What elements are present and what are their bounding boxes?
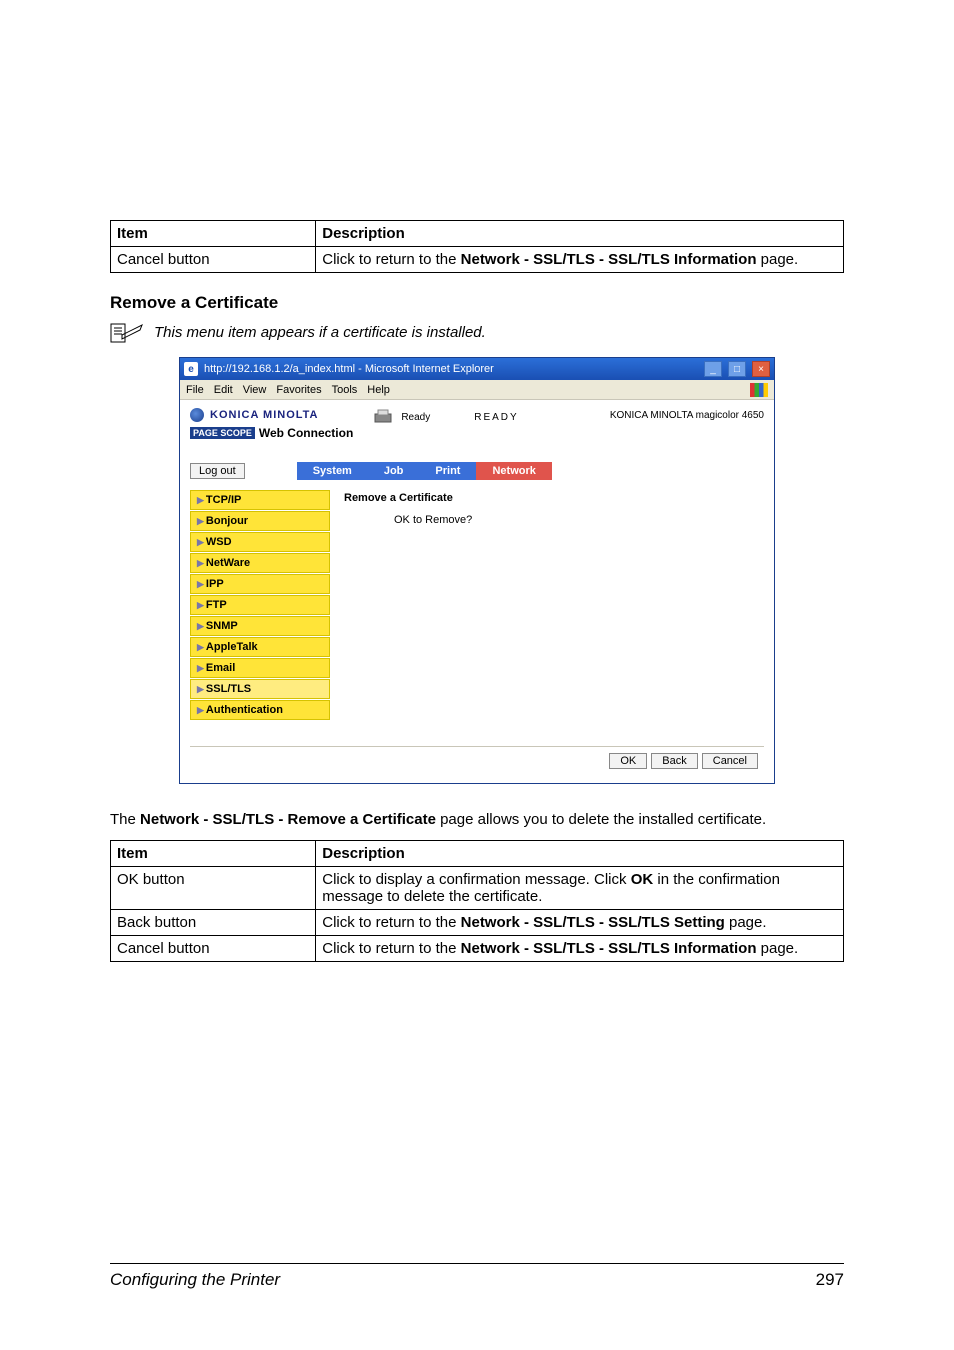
tab-network[interactable]: Network xyxy=(476,462,551,480)
triangle-icon: ▶ xyxy=(197,579,204,589)
triangle-icon: ▶ xyxy=(197,705,204,715)
triangle-icon: ▶ xyxy=(197,516,204,526)
top-row-item: Cancel button xyxy=(111,247,316,273)
footer-section: Configuring the Printer xyxy=(110,1270,280,1290)
sidebar-item-wsd[interactable]: ▶WSD xyxy=(190,532,330,552)
menu-file[interactable]: File xyxy=(186,384,204,396)
minimize-button[interactable]: _ xyxy=(704,361,722,377)
sidebar: ▶TCP/IP ▶Bonjour ▶WSD ▶NetWare ▶IPP ▶FTP… xyxy=(190,490,330,720)
table-row: Cancel button Click to return to the Net… xyxy=(111,935,844,961)
sidebar-item-netware[interactable]: ▶NetWare xyxy=(190,553,330,573)
bt-r1-desc: Click to return to the Network - SSL/TLS… xyxy=(316,909,844,935)
table-row: Cancel button Click to return to the Net… xyxy=(111,247,844,273)
back-button[interactable]: Back xyxy=(651,753,697,769)
content-message: OK to Remove? xyxy=(394,514,760,526)
bt-th-desc: Description xyxy=(316,840,844,866)
cancel-button[interactable]: Cancel xyxy=(702,753,758,769)
pagescope-badge: PAGE SCOPE xyxy=(190,427,255,439)
printer-model: KONICA MINOLTA magicolor 4650 xyxy=(610,408,764,421)
browser-window: e http://192.168.1.2/a_index.html - Micr… xyxy=(179,357,775,784)
triangle-icon: ▶ xyxy=(197,537,204,547)
ready-big: READY xyxy=(474,412,518,423)
top-th-item: Item xyxy=(111,221,316,247)
brand-name: KONICA MINOLTA xyxy=(210,409,319,421)
page-footer: Configuring the Printer 297 xyxy=(110,1263,844,1290)
sidebar-item-ftp[interactable]: ▶FTP xyxy=(190,595,330,615)
note-text: This menu item appears if a certificate … xyxy=(154,324,486,341)
table-row: OK button Click to display a confirmatio… xyxy=(111,866,844,909)
bt-r0-desc: Click to display a confirmation message.… xyxy=(316,866,844,909)
maximize-button[interactable]: □ xyxy=(728,361,746,377)
menu-favorites[interactable]: Favorites xyxy=(276,384,321,396)
sidebar-item-authentication[interactable]: ▶Authentication xyxy=(190,700,330,720)
menu-tools[interactable]: Tools xyxy=(332,384,358,396)
km-logo-icon xyxy=(190,408,204,422)
bt-r0-item: OK button xyxy=(111,866,316,909)
sidebar-item-appletalk[interactable]: ▶AppleTalk xyxy=(190,637,330,657)
printer-icon xyxy=(373,408,393,426)
body-paragraph: The Network - SSL/TLS - Remove a Certifi… xyxy=(110,810,844,830)
brand-block: KONICA MINOLTA PAGE SCOPE Web Connection xyxy=(190,408,353,440)
tab-print[interactable]: Print xyxy=(419,462,476,480)
top-th-desc: Description xyxy=(316,221,844,247)
bt-r2-desc: Click to return to the Network - SSL/TLS… xyxy=(316,935,844,961)
sidebar-item-bonjour[interactable]: ▶Bonjour xyxy=(190,511,330,531)
sidebar-item-ipp[interactable]: ▶IPP xyxy=(190,574,330,594)
sidebar-item-tcpip[interactable]: ▶TCP/IP xyxy=(190,490,330,510)
content-heading: Remove a Certificate xyxy=(344,492,760,504)
window-title: http://192.168.1.2/a_index.html - Micros… xyxy=(204,363,698,375)
web-connection-label: Web Connection xyxy=(259,426,353,440)
tab-job[interactable]: Job xyxy=(368,462,420,480)
ok-button[interactable]: OK xyxy=(609,753,647,769)
close-button[interactable]: × xyxy=(752,361,770,377)
triangle-icon: ▶ xyxy=(197,600,204,610)
ready-small: Ready xyxy=(401,412,430,423)
note: This menu item appears if a certificate … xyxy=(110,321,844,343)
ie-icon: e xyxy=(184,362,198,376)
sidebar-item-email[interactable]: ▶Email xyxy=(190,658,330,678)
footer-page-number: 297 xyxy=(816,1270,844,1290)
menubar: File Edit View Favorites Tools Help xyxy=(180,380,774,400)
menu-edit[interactable]: Edit xyxy=(214,384,233,396)
titlebar: e http://192.168.1.2/a_index.html - Micr… xyxy=(180,358,774,380)
table-row: Back button Click to return to the Netwo… xyxy=(111,909,844,935)
note-icon xyxy=(110,321,144,343)
windows-flag-icon xyxy=(750,383,768,397)
triangle-icon: ▶ xyxy=(197,663,204,673)
top-row-desc: Click to return to the Network - SSL/TLS… xyxy=(316,247,844,273)
triangle-icon: ▶ xyxy=(197,621,204,631)
bt-r1-item: Back button xyxy=(111,909,316,935)
logout-button[interactable]: Log out xyxy=(190,463,245,479)
menu-view[interactable]: View xyxy=(243,384,267,396)
section-heading: Remove a Certificate xyxy=(110,293,844,313)
bt-th-item: Item xyxy=(111,840,316,866)
tab-system[interactable]: System xyxy=(297,462,368,480)
sidebar-item-ssltls[interactable]: ▶SSL/TLS xyxy=(190,679,330,699)
sidebar-item-snmp[interactable]: ▶SNMP xyxy=(190,616,330,636)
top-table: Item Description Cancel button Click to … xyxy=(110,220,844,273)
triangle-icon: ▶ xyxy=(197,642,204,652)
triangle-icon: ▶ xyxy=(197,495,204,505)
bottom-table: Item Description OK button Click to disp… xyxy=(110,840,844,962)
triangle-icon: ▶ xyxy=(197,558,204,568)
bt-r2-item: Cancel button xyxy=(111,935,316,961)
menu-help[interactable]: Help xyxy=(367,384,390,396)
triangle-icon: ▶ xyxy=(197,684,204,694)
